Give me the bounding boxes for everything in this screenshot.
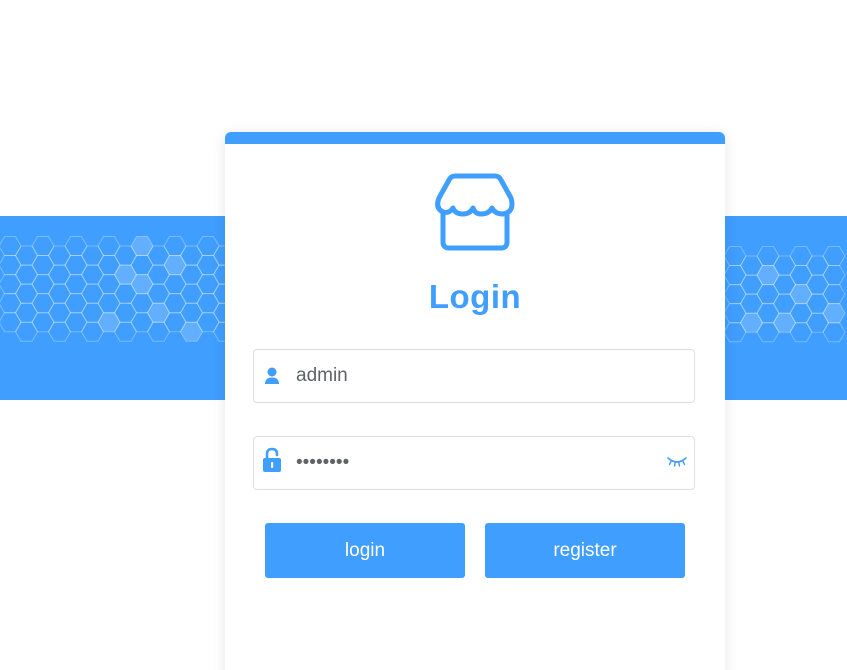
hexagon-shape <box>0 236 22 256</box>
hexagon-shape <box>0 312 22 333</box>
hexagon-shape <box>822 265 846 286</box>
hexagon-shape <box>0 255 22 276</box>
register-button[interactable]: register <box>485 523 685 578</box>
eye-closed-icon[interactable] <box>666 455 688 469</box>
username-input[interactable] <box>296 350 656 402</box>
user-icon <box>262 364 282 388</box>
page-title: Login <box>428 278 522 315</box>
hexagon-shape <box>822 322 846 343</box>
username-field[interactable] <box>253 349 695 403</box>
password-input[interactable] <box>296 437 656 489</box>
hexagon-shape <box>0 293 22 314</box>
hexagon-shape <box>822 303 846 324</box>
hexagon-shape <box>0 274 22 295</box>
hexagon-shape <box>822 246 846 266</box>
hexagon-shape <box>822 284 846 305</box>
login-card: Login admin login register <box>225 132 725 670</box>
login-button[interactable]: login <box>265 523 465 578</box>
lock-icon <box>262 447 282 475</box>
password-field[interactable] <box>253 436 695 490</box>
login-page: Login admin login register <box>0 0 847 670</box>
store-icon <box>435 172 515 252</box>
card-accent-bar <box>225 132 725 144</box>
